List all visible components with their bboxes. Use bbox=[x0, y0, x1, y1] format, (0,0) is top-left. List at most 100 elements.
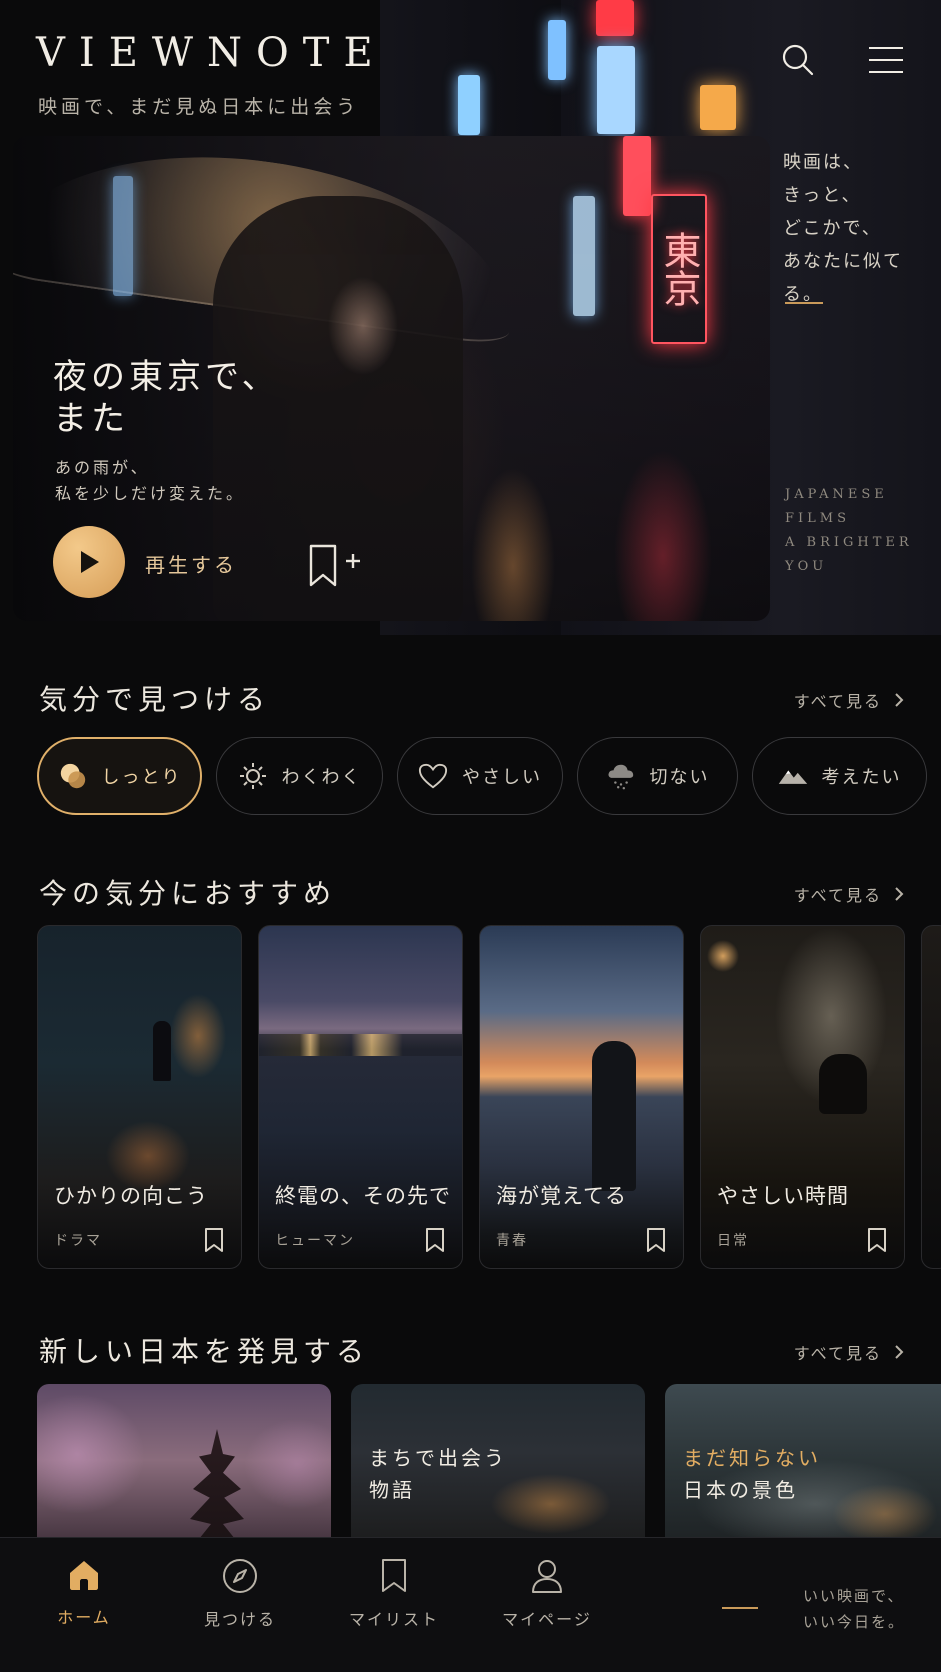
hero-title-line: また bbox=[53, 399, 129, 439]
chip-label: 考えたい bbox=[821, 767, 902, 788]
discover-card-text: まだ知らない 日本の景色 bbox=[683, 1442, 821, 1506]
discover-card[interactable]: まだ知らない 日本の景色 bbox=[665, 1384, 941, 1554]
chip-label: 切ない bbox=[649, 767, 710, 788]
user-icon bbox=[532, 1560, 562, 1593]
heart-icon bbox=[418, 761, 448, 791]
bookmark-icon[interactable] bbox=[645, 1227, 667, 1253]
recommend-card-list: ひかりの向こう ドラマ 終電の、その先で ヒューマン 海が覚えてる 青春 やさし… bbox=[37, 925, 941, 1269]
tokyo-neon-sign: 東京 bbox=[651, 194, 707, 344]
side-english-line: FILMS bbox=[785, 511, 851, 526]
neon-sign bbox=[700, 85, 736, 130]
cat-silhouette-image bbox=[819, 1054, 867, 1114]
neon-sign bbox=[573, 196, 595, 316]
discover-text-line: 物語 bbox=[369, 1478, 415, 1502]
hero-section: 東京 VIEWNOTE 映画で、まだ見ぬ日本に出会う 映画は、 きっと、 どこか… bbox=[0, 0, 941, 635]
side-quote-line: 映画は、 bbox=[783, 152, 863, 173]
mood-chip-yasashii[interactable]: やさしい bbox=[397, 737, 563, 815]
train-image bbox=[259, 1034, 462, 1056]
nav-quote-line: いい今日を。 bbox=[803, 1613, 906, 1631]
side-english-line: YOU bbox=[785, 559, 828, 574]
discover-text-line: まだ知らない bbox=[683, 1446, 821, 1470]
silhouette-image bbox=[153, 1021, 171, 1081]
menu-button[interactable] bbox=[864, 38, 908, 82]
bookmark-add-icon bbox=[309, 544, 360, 587]
side-english-text: JAPANESE FILMS A BRIGHTER YOU bbox=[785, 483, 935, 579]
movie-card-partial[interactable] bbox=[921, 925, 941, 1269]
chip-label: わくわく bbox=[281, 767, 362, 788]
mood-chip-shittori[interactable]: しっとり bbox=[37, 737, 202, 815]
nav-label: 見つける bbox=[203, 1610, 276, 1629]
brand-tagline: 映画で、まだ見ぬ日本に出会う bbox=[38, 96, 360, 118]
pagoda-image bbox=[187, 1429, 247, 1554]
nav-mylist[interactable]: マイリスト bbox=[334, 1558, 454, 1630]
nav-quote-line: いい映画で、 bbox=[803, 1587, 905, 1605]
hero-title-line: 夜の東京で、 bbox=[53, 357, 280, 397]
discover-text-line: 日本の景色 bbox=[683, 1478, 798, 1502]
discover-card[interactable]: まちで出会う 物語 bbox=[351, 1384, 645, 1554]
hamburger-menu-icon bbox=[869, 47, 903, 73]
see-all-label: すべて見る bbox=[793, 886, 882, 905]
discover-section-title: 新しい日本を発見する bbox=[39, 1335, 370, 1368]
neon-sign bbox=[623, 136, 651, 216]
chevron-right-icon bbox=[895, 1345, 904, 1359]
hero-subtitle-line: あの雨が、 bbox=[55, 458, 150, 477]
nav-home[interactable]: ホーム bbox=[24, 1558, 144, 1628]
discover-card-text: まちで出会う 物語 bbox=[369, 1442, 507, 1506]
silhouette-image bbox=[592, 1041, 636, 1191]
neon-sign bbox=[597, 46, 635, 134]
play-label[interactable]: 再生する bbox=[145, 549, 237, 578]
nav-label: マイページ bbox=[502, 1610, 592, 1629]
chevron-right-icon bbox=[895, 887, 904, 901]
movie-genre: 日常 bbox=[717, 1233, 749, 1249]
movie-genre: ヒューマン bbox=[275, 1233, 355, 1249]
movie-title: 終電の、その先で bbox=[275, 1184, 451, 1208]
bottom-navigation: ホーム 見つける マイリスト マイページ いい映画で、 いい今日を。 bbox=[0, 1537, 941, 1672]
discover-card[interactable] bbox=[37, 1384, 331, 1554]
mood-see-all-link[interactable]: すべて見る bbox=[794, 688, 904, 712]
recommend-see-all-link[interactable]: すべて見る bbox=[794, 882, 904, 906]
neon-sign bbox=[113, 176, 133, 296]
neon-sign bbox=[596, 0, 634, 36]
chip-label: しっとり bbox=[101, 767, 182, 788]
movie-card[interactable]: ひかりの向こう ドラマ bbox=[37, 925, 242, 1269]
see-all-label: すべて見る bbox=[793, 692, 882, 711]
side-quote-line: きっと、 bbox=[783, 185, 862, 206]
moon-drops-icon bbox=[58, 761, 88, 791]
movie-card[interactable]: やさしい時間 日常 bbox=[700, 925, 905, 1269]
nav-mypage[interactable]: マイページ bbox=[487, 1558, 607, 1630]
movie-title: ひかりの向こう bbox=[54, 1184, 208, 1208]
hero-subtitle-line: 私を少しだけ変えた。 bbox=[55, 484, 246, 503]
mood-chip-kangaetai[interactable]: 考えたい bbox=[752, 737, 927, 815]
side-divider bbox=[785, 302, 823, 304]
mood-chip-wakuwaku[interactable]: わくわく bbox=[216, 737, 383, 815]
movie-title: 海が覚えてる bbox=[496, 1184, 627, 1208]
side-english-line: JAPANESE bbox=[785, 487, 888, 502]
mood-chip-setsunai[interactable]: 切ない bbox=[577, 737, 738, 815]
add-to-list-button[interactable] bbox=[305, 543, 365, 589]
rain-cloud-icon bbox=[606, 761, 636, 791]
side-quote: 映画は、 きっと、 どこかで、 あなたに似てる。 bbox=[783, 146, 941, 311]
bookmark-icon[interactable] bbox=[424, 1227, 446, 1253]
bookmark-icon bbox=[382, 1559, 406, 1592]
discover-see-all-link[interactable]: すべて見る bbox=[794, 1340, 904, 1364]
mood-chip-list: しっとり わくわく やさしい 切ない 考えたい bbox=[37, 737, 927, 815]
play-icon bbox=[81, 551, 99, 573]
movie-genre: ドラマ bbox=[54, 1233, 102, 1249]
hero-subtitle: あの雨が、 私を少しだけ変えた。 bbox=[55, 455, 245, 507]
nav-label: マイリスト bbox=[348, 1610, 439, 1629]
discover-card-list: まちで出会う 物語 まだ知らない 日本の景色 bbox=[37, 1384, 941, 1554]
bookmark-icon[interactable] bbox=[866, 1227, 888, 1253]
nav-quote: いい映画で、 いい今日を。 bbox=[803, 1583, 905, 1635]
chevron-right-icon bbox=[895, 693, 904, 707]
nav-divider bbox=[722, 1607, 758, 1609]
movie-card[interactable]: 終電の、その先で ヒューマン bbox=[258, 925, 463, 1269]
nav-discover[interactable]: 見つける bbox=[180, 1558, 300, 1630]
brand-logo[interactable]: VIEWNOTE bbox=[36, 30, 387, 76]
compass-icon bbox=[223, 1559, 257, 1593]
movie-card[interactable]: 海が覚えてる 青春 bbox=[479, 925, 684, 1269]
bookmark-icon[interactable] bbox=[203, 1227, 225, 1253]
see-all-label: すべて見る bbox=[793, 1344, 882, 1363]
search-button[interactable] bbox=[776, 38, 820, 82]
sun-icon bbox=[238, 761, 268, 791]
play-button[interactable] bbox=[53, 526, 125, 598]
